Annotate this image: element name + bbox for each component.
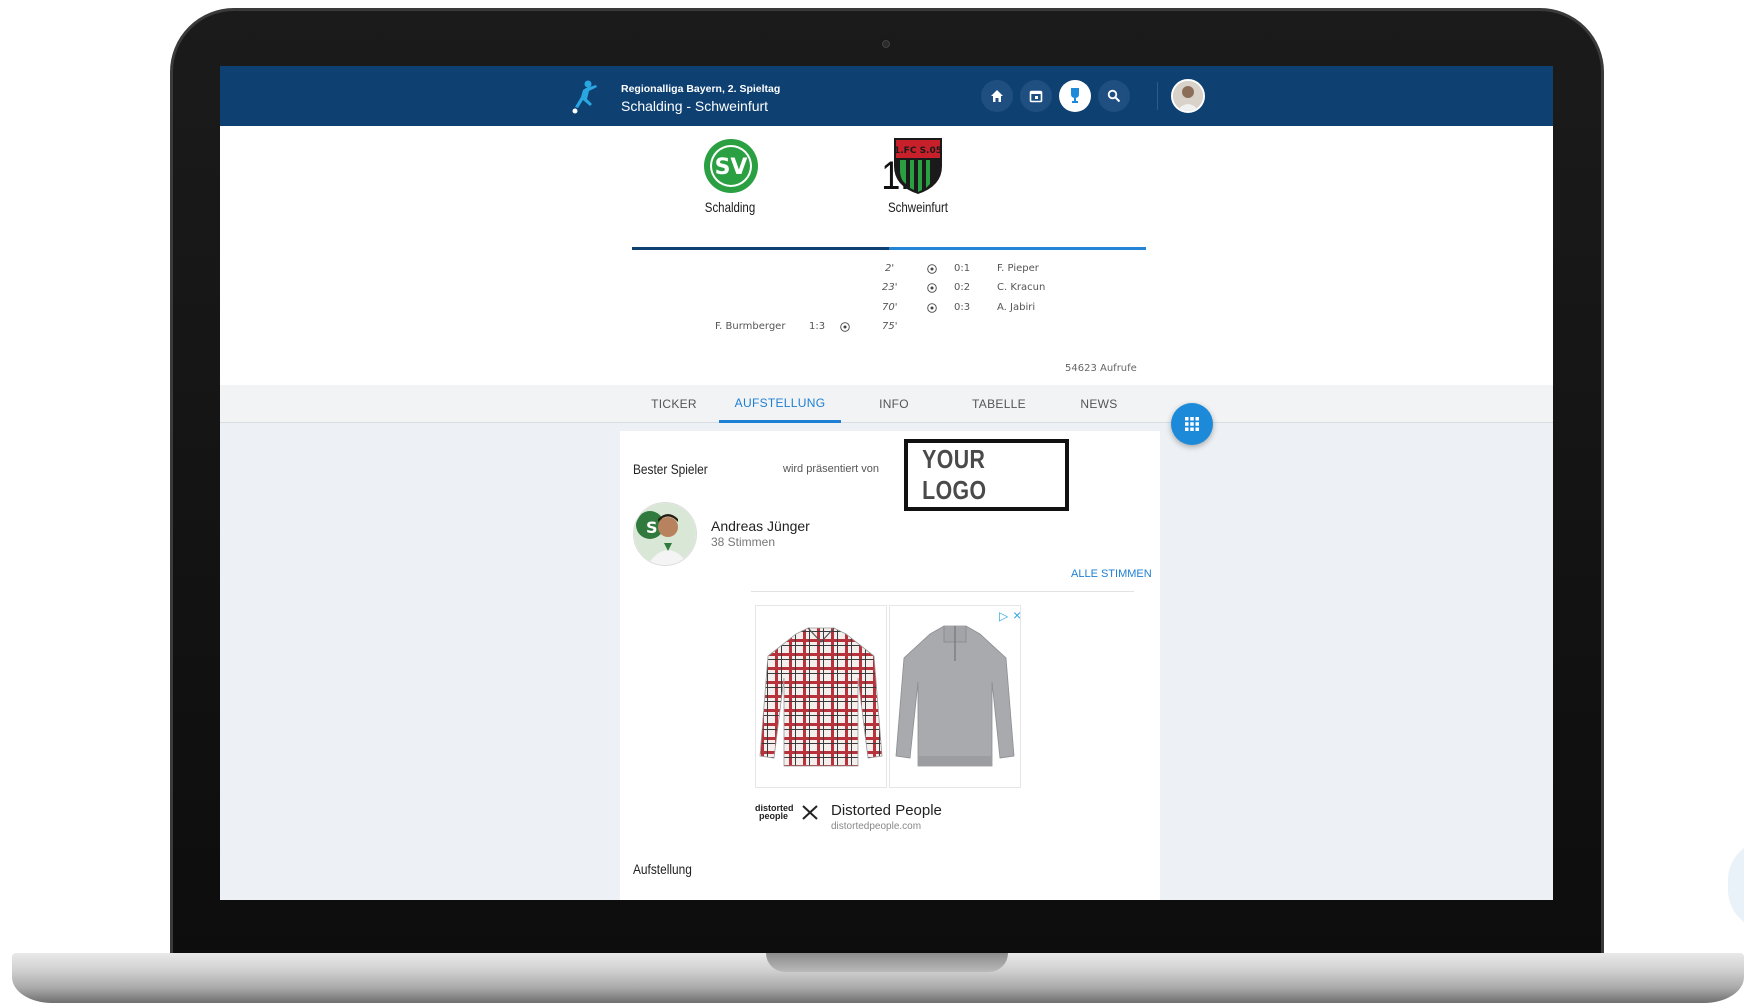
top-navbar: Regionalliga Bayern, 2. Spieltag Schaldi… bbox=[220, 66, 1553, 126]
grey-sweater-image bbox=[895, 625, 1015, 767]
search-button[interactable] bbox=[1098, 80, 1130, 112]
sponsor-logo-text: YOUR LOGO bbox=[922, 444, 987, 505]
user-avatar[interactable] bbox=[1171, 79, 1205, 113]
trophy-button[interactable] bbox=[1059, 80, 1091, 112]
tab-news[interactable]: NEWS bbox=[1054, 385, 1144, 423]
laptop-notch bbox=[766, 953, 1008, 972]
view-count: 54623 Aufrufe bbox=[1065, 363, 1137, 374]
away-team-name[interactable]: Schweinfurt bbox=[877, 199, 959, 215]
goal-scorer[interactable]: C. Kracun bbox=[997, 282, 1045, 293]
home-icon bbox=[991, 90, 1003, 102]
svg-text:SV: SV bbox=[715, 155, 748, 180]
player-name[interactable]: Andreas Jünger bbox=[711, 518, 810, 534]
goal-score: 1:3 bbox=[809, 321, 826, 332]
tab-aufstellung[interactable]: AUFSTELLUNG bbox=[719, 385, 841, 423]
advertiser-url[interactable]: distortedpeople.com bbox=[831, 821, 921, 832]
ad-product-image[interactable] bbox=[755, 605, 887, 788]
league-matchday: Regionalliga Bayern, 2. Spieltag bbox=[621, 83, 781, 95]
soccer-ball-icon bbox=[927, 283, 937, 293]
tab-info[interactable]: INFO bbox=[844, 385, 944, 423]
goal-scorer[interactable]: F. Pieper bbox=[997, 263, 1039, 274]
calendar-icon bbox=[1029, 90, 1043, 103]
goal-score: 0:2 bbox=[954, 282, 971, 293]
svg-text:S: S bbox=[646, 518, 658, 537]
soccer-player-logo-icon[interactable] bbox=[566, 78, 602, 114]
schweinfurt-crest-icon[interactable]: 1.FC S.05 bbox=[892, 136, 944, 196]
match-title: Schalding - Schweinfurt bbox=[621, 98, 769, 114]
advertiser-name[interactable]: Distorted People bbox=[831, 802, 942, 819]
close-icon[interactable]: × bbox=[1013, 607, 1021, 623]
home-button[interactable] bbox=[981, 80, 1013, 112]
all-votes-link[interactable]: ALLE STIMMEN bbox=[1071, 568, 1152, 580]
advertiser-logo[interactable]: distorted people bbox=[755, 804, 794, 821]
plaid-shirt-image bbox=[759, 627, 883, 767]
sponsor-logo[interactable]: YOUR LOGO bbox=[904, 439, 1069, 511]
tab-tabelle[interactable]: TABELLE bbox=[947, 385, 1051, 423]
goal-minute: 23' bbox=[882, 282, 898, 293]
soccer-ball-icon bbox=[927, 264, 937, 274]
lineup-content-card: Bester Spieler wird präsentiert von YOUR… bbox=[620, 431, 1160, 900]
grid-icon bbox=[1185, 417, 1199, 431]
ad-product-image[interactable] bbox=[889, 605, 1021, 788]
goal-scorer[interactable]: F. Burmberger bbox=[715, 321, 785, 332]
player-votes: 38 Stimmen bbox=[711, 535, 776, 549]
goal-minute: 2' bbox=[885, 263, 895, 274]
crossed-tools-icon bbox=[802, 805, 818, 820]
app-screen: Regionalliga Bayern, 2. Spieltag Schaldi… bbox=[220, 66, 1553, 900]
soccer-ball-icon bbox=[927, 303, 937, 313]
goal-score: 0:1 bbox=[954, 263, 971, 274]
apps-menu-button[interactable] bbox=[1171, 403, 1213, 445]
match-summary: SV Schalding 1:3 1.FC S.05 Schweinfurt 2… bbox=[220, 126, 1553, 385]
webcam bbox=[879, 37, 893, 51]
soccer-ball-icon bbox=[840, 322, 850, 332]
decorative-shape bbox=[1728, 840, 1744, 930]
goal-score: 0:3 bbox=[954, 302, 971, 313]
tab-ticker[interactable]: TICKER bbox=[632, 385, 716, 423]
home-team-name[interactable]: Schalding bbox=[697, 199, 763, 215]
calendar-button[interactable] bbox=[1020, 80, 1052, 112]
best-player-title: Bester Spieler bbox=[633, 461, 708, 477]
lineup-title: Aufstellung bbox=[633, 861, 692, 877]
player-photo[interactable]: S bbox=[633, 502, 697, 566]
trophy-icon bbox=[1071, 88, 1079, 103]
svg-text:1.FC S.05: 1.FC S.05 bbox=[894, 146, 942, 156]
schalding-crest-icon[interactable]: SV bbox=[703, 138, 759, 194]
match-progress-fill bbox=[632, 247, 889, 250]
adchoices-icon[interactable]: ▷ bbox=[999, 609, 1008, 623]
goal-scorer[interactable]: A. Jabiri bbox=[997, 302, 1035, 313]
goal-minute: 75' bbox=[882, 321, 898, 332]
advertisement[interactable]: ▷ × distorted people Distorted People dis… bbox=[755, 605, 1023, 832]
search-icon bbox=[1107, 89, 1121, 103]
divider bbox=[751, 591, 1134, 592]
player-portrait-icon: S bbox=[634, 503, 696, 565]
nav-divider bbox=[1157, 82, 1158, 110]
goal-minute: 70' bbox=[882, 302, 898, 313]
tab-bar: TICKER AUFSTELLUNG INFO TABELLE NEWS bbox=[220, 385, 1553, 423]
user-avatar-icon bbox=[1173, 81, 1203, 111]
presented-by-label: wird präsentiert von bbox=[783, 463, 879, 475]
